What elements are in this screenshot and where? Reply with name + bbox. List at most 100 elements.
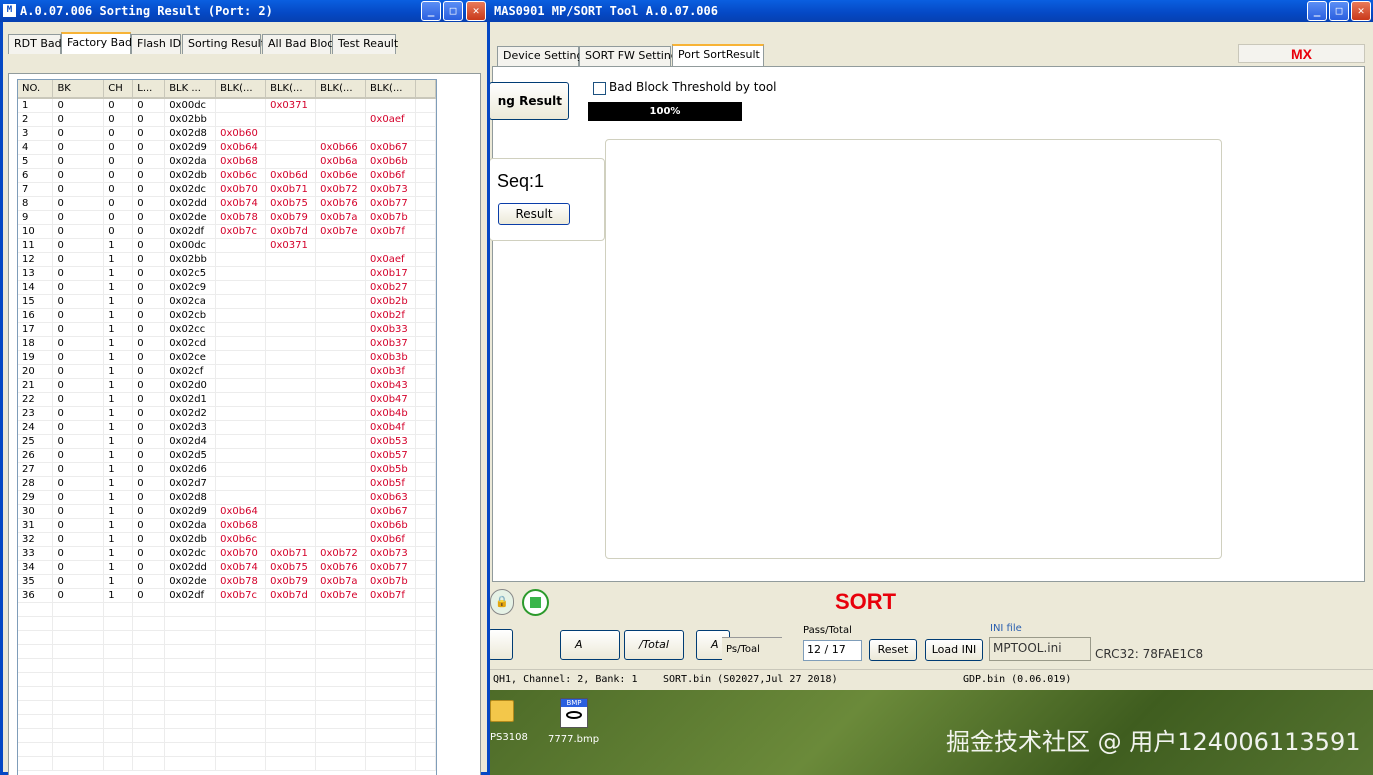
table-row[interactable]: 7 0 0 0 0x02dc 0x0b70 0x0b71 0x0b72 0x0b73	[18, 182, 436, 197]
column-header[interactable]: BLK(...	[315, 80, 367, 99]
a-button-1[interactable]: A	[560, 630, 620, 660]
table-row[interactable]: 32 0 1 0 0x02db 0x0b6c 0x0b6f	[18, 532, 436, 547]
table-cell: 34	[18, 560, 54, 575]
tab-all-bad-block[interactable]: All Bad Block	[262, 34, 340, 54]
table-row[interactable]: 17 0 1 0 0x02cc 0x0b33	[18, 322, 436, 337]
column-header[interactable]: BLK(...	[215, 80, 267, 99]
table-row[interactable]: 19 0 1 0 0x02ce 0x0b3b	[18, 350, 436, 365]
table-row[interactable]: 16 0 1 0 0x02cb 0x0b2f	[18, 308, 436, 323]
left-title-bar[interactable]: M A.0.07.006 Sorting Result (Port: 2) _ …	[0, 0, 490, 22]
table-cell: 0x0b17	[365, 266, 417, 281]
table-row[interactable]: 4 0 0 0 0x02d9 0x0b64 0x0b66 0x0b67	[18, 140, 436, 155]
table-row[interactable]: 1 0 0 0 0x00dc 0x0371	[18, 98, 436, 113]
table-row[interactable]: 26 0 1 0 0x02d5 0x0b57	[18, 448, 436, 463]
table-cell	[265, 112, 317, 127]
column-header[interactable]: CH	[103, 80, 134, 99]
table-row[interactable]: 15 0 1 0 0x02ca 0x0b2b	[18, 294, 436, 309]
table-cell-empty	[415, 686, 436, 701]
sorting-result-button[interactable]: ng Result	[489, 82, 569, 120]
table-row[interactable]: 6 0 0 0 0x02db 0x0b6c 0x0b6d 0x0b6e 0x0b6f	[18, 168, 436, 183]
table-cell: 5	[18, 154, 54, 169]
load-ini-button[interactable]: Load INI	[925, 639, 983, 661]
table-row[interactable]: 23 0 1 0 0x02d2 0x0b4b	[18, 406, 436, 421]
main-minimize-button[interactable]: _	[1307, 1, 1327, 21]
lock-icon[interactable]: 🔒	[490, 589, 514, 615]
table-row[interactable]: 5 0 0 0 0x02da 0x0b68 0x0b6a 0x0b6b	[18, 154, 436, 169]
reset-button[interactable]: Reset	[869, 639, 917, 661]
stop-icon[interactable]	[522, 589, 549, 616]
table-row[interactable]: 35 0 1 0 0x02de 0x0b78 0x0b79 0x0b7a 0x0b7b	[18, 574, 436, 589]
tab-device-setting[interactable]: Device Setting	[497, 46, 584, 66]
table-cell: 0	[52, 504, 105, 519]
table-cell	[315, 266, 367, 281]
status-channel: QH1, Channel: 2, Bank: 1	[493, 674, 638, 685]
column-header[interactable]: BLK ...	[164, 80, 217, 99]
column-header[interactable]: BLK(...	[365, 80, 417, 99]
tab-test-reault[interactable]: Test Reault	[332, 34, 398, 54]
table-row[interactable]: 20 0 1 0 0x02cf 0x0b3f	[18, 364, 436, 379]
bmp-file-icon[interactable]: BMP	[560, 698, 588, 728]
table-row[interactable]: 33 0 1 0 0x02dc 0x0b70 0x0b71 0x0b72 0x0b73	[18, 546, 436, 561]
table-cell: 0x0b78	[215, 574, 267, 589]
pass-total-field[interactable]: 12 / 17	[803, 640, 862, 661]
table-row[interactable]: 12 0 1 0 0x02bb 0x0aef	[18, 252, 436, 267]
column-header[interactable]: BLK(...	[265, 80, 317, 99]
table-row[interactable]: 31 0 1 0 0x02da 0x0b68 0x0b6b	[18, 518, 436, 533]
result-button[interactable]: Result	[498, 203, 570, 225]
table-row[interactable]: 3 0 0 0 0x02d8 0x0b60	[18, 126, 436, 141]
table-row[interactable]: 2 0 0 0 0x02bb 0x0aef	[18, 112, 436, 127]
table-row[interactable]: 22 0 1 0 0x02d1 0x0b47	[18, 392, 436, 407]
tab-rdt-bad[interactable]: RDT Bad	[8, 34, 62, 54]
table-cell-empty	[132, 602, 166, 617]
total-button[interactable]: /Total	[624, 630, 684, 660]
table-row[interactable]: 28 0 1 0 0x02d7 0x0b5f	[18, 476, 436, 491]
bottom-left-button[interactable]	[488, 629, 513, 660]
bad-block-checkbox[interactable]	[593, 82, 606, 95]
table-cell-empty	[132, 658, 166, 673]
column-header[interactable]: L...	[132, 80, 166, 99]
main-title-bar[interactable]: MAS0901 MP/SORT Tool A.0.07.006 _ □ ✕	[440, 0, 1373, 22]
table-cell: 0	[52, 168, 105, 183]
table-cell: 0	[52, 420, 105, 435]
column-header[interactable]: NO.	[18, 80, 54, 99]
table-row[interactable]: 29 0 1 0 0x02d8 0x0b63	[18, 490, 436, 505]
left-close-button[interactable]: ✕	[466, 1, 486, 21]
tab-flash-id[interactable]: Flash ID	[131, 34, 181, 54]
table-cell: 0x0b6f	[365, 532, 417, 547]
column-header[interactable]: BK	[52, 80, 105, 99]
tab-sort-fw-setting[interactable]: SORT FW Setting	[579, 46, 678, 66]
table-cell: 0	[132, 210, 166, 225]
folder-icon[interactable]	[490, 700, 514, 722]
table-row[interactable]: 18 0 1 0 0x02cd 0x0b37	[18, 336, 436, 351]
tab-factory-bad[interactable]: Factory Bad	[61, 32, 132, 54]
table-row[interactable]: 24 0 1 0 0x02d3 0x0b4f	[18, 420, 436, 435]
table-cell-empty	[164, 644, 217, 659]
table-cell	[215, 420, 267, 435]
table-cell: 2	[18, 112, 54, 127]
table-row[interactable]: 13 0 1 0 0x02c5 0x0b17	[18, 266, 436, 281]
tab-sorting-result[interactable]: Sorting Result	[182, 34, 265, 54]
table-row[interactable]: 36 0 1 0 0x02df 0x0b7c 0x0b7d 0x0b7e 0x0b7f	[18, 588, 436, 603]
table-cell: 0x0371	[265, 238, 317, 253]
table-row[interactable]: 30 0 1 0 0x02d9 0x0b64 0x0b67	[18, 504, 436, 519]
table-row[interactable]: 27 0 1 0 0x02d6 0x0b5b	[18, 462, 436, 477]
table-row[interactable]: 14 0 1 0 0x02c9 0x0b27	[18, 280, 436, 295]
left-maximize-button[interactable]: □	[443, 1, 463, 21]
main-maximize-button[interactable]: □	[1329, 1, 1349, 21]
table-cell: 0x0b74	[215, 560, 267, 575]
table-cell-empty	[415, 714, 436, 729]
table-row[interactable]: 34 0 1 0 0x02dd 0x0b74 0x0b75 0x0b76 0x0b77	[18, 560, 436, 575]
left-minimize-button[interactable]: _	[421, 1, 441, 21]
bad-block-table[interactable]: NO. BK CH L... BLK ... BLK(... BLK(... BLK(... B…	[17, 79, 437, 775]
tab-port-sortresult[interactable]: Port SortResult	[672, 44, 764, 66]
main-close-button[interactable]: ✕	[1351, 1, 1371, 21]
table-row[interactable]: 21 0 1 0 0x02d0 0x0b43	[18, 378, 436, 393]
ini-file-field[interactable]: MPTOOL.ini	[989, 637, 1091, 661]
table-row[interactable]: 9 0 0 0 0x02de 0x0b78 0x0b79 0x0b7a 0x0b7b	[18, 210, 436, 225]
main-title: MAS0901 MP/SORT Tool A.0.07.006	[494, 4, 718, 18]
table-cell: 0x02db	[164, 168, 217, 183]
table-row[interactable]: 25 0 1 0 0x02d4 0x0b53	[18, 434, 436, 449]
table-row[interactable]: 10 0 0 0 0x02df 0x0b7c 0x0b7d 0x0b7e 0x0b7f	[18, 224, 436, 239]
table-row[interactable]: 8 0 0 0 0x02dd 0x0b74 0x0b75 0x0b76 0x0b77	[18, 196, 436, 211]
table-row[interactable]: 11 0 1 0 0x00dc 0x0371	[18, 238, 436, 253]
